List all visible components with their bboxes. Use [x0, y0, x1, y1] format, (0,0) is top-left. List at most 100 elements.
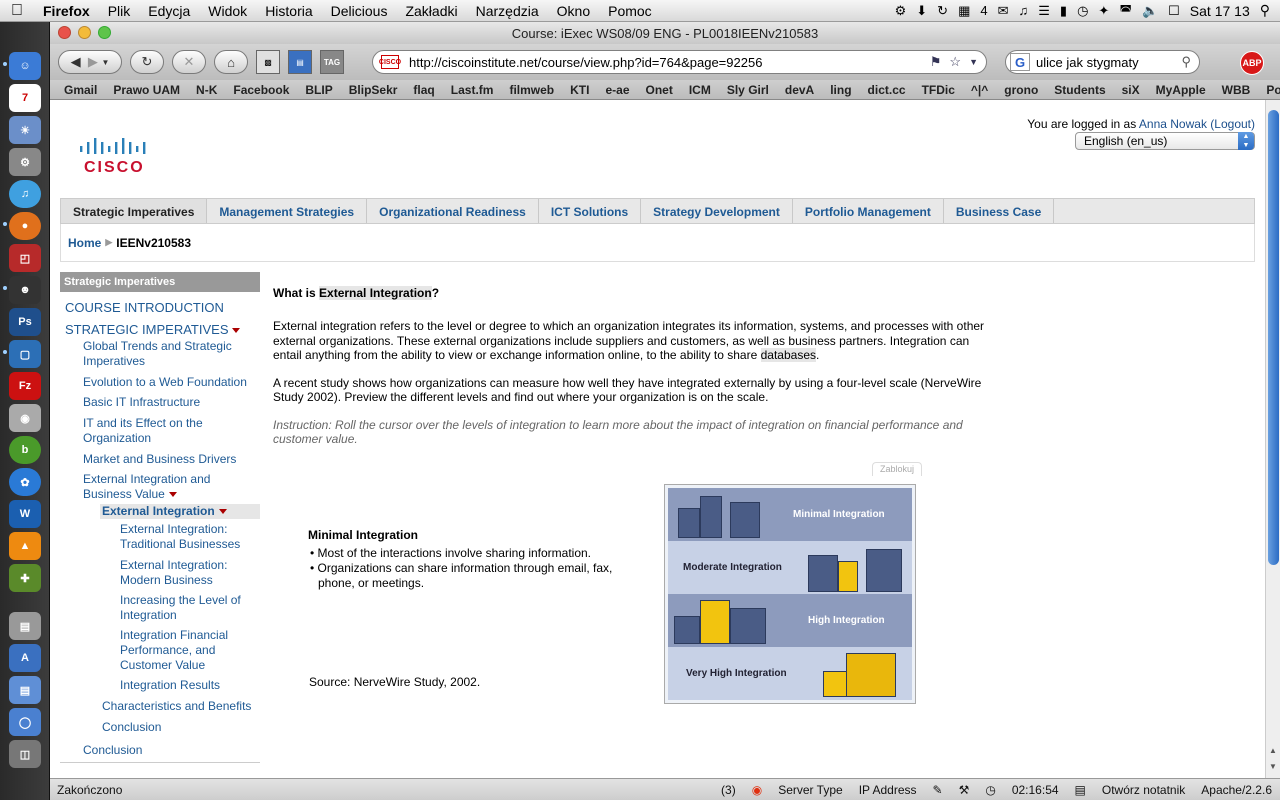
level-minimal[interactable]: Minimal Integration	[668, 488, 912, 541]
bluetooth-icon[interactable]: ✦	[1098, 3, 1109, 19]
adium-icon[interactable]: ⚙	[895, 3, 907, 19]
menu-plik[interactable]: Plik	[99, 3, 140, 19]
flag-icon[interactable]: ⚑	[930, 54, 942, 70]
notebook-icon[interactable]: ▤	[1067, 783, 1094, 797]
nav-traditional-businesses[interactable]: External Integration: Traditional Busine…	[120, 522, 255, 552]
bookmark-item[interactable]: Students	[1046, 83, 1113, 97]
ical-icon[interactable]: 7	[9, 84, 41, 112]
bookmark-item[interactable]: flaq	[405, 83, 442, 97]
nav-evolution-web-foundation[interactable]: Evolution to a Web Foundation	[83, 375, 258, 390]
photoshop-icon[interactable]: Ps	[9, 308, 41, 336]
scrollbar-thumb[interactable]	[1268, 110, 1279, 565]
expand-triangle-icon[interactable]	[168, 492, 177, 498]
menu-zakladki[interactable]: Zakładki	[396, 3, 466, 19]
level-high[interactable]: High Integration	[668, 594, 912, 647]
url-bar[interactable]: CISCO http://ciscoinstitute.net/course/v…	[372, 50, 987, 74]
nav-global-trends[interactable]: Global Trends and Strategic Imperatives	[83, 339, 253, 369]
bookmark-item[interactable]: TFDic	[914, 83, 963, 97]
tab-organizational-readiness[interactable]: Organizational Readiness	[367, 199, 539, 223]
camera-icon[interactable]: ◉	[9, 404, 41, 432]
bookmark-item[interactable]: ling	[822, 83, 859, 97]
bookmark-item[interactable]: ICM	[681, 83, 719, 97]
expand-triangle-icon[interactable]	[218, 509, 227, 515]
bookmark-item[interactable]: e-ae	[597, 83, 637, 97]
tab-management-strategies[interactable]: Management Strategies	[207, 199, 368, 223]
url-input[interactable]: http://ciscoinstitute.net/course/view.ph…	[409, 55, 930, 70]
menu-historia[interactable]: Historia	[256, 3, 321, 19]
bookmark-item[interactable]: WBB	[1214, 83, 1259, 97]
firefox-icon[interactable]: ●	[9, 212, 41, 240]
nav-conclusion-inner[interactable]: Conclusion	[102, 720, 161, 735]
user-link[interactable]: Anna Nowak	[1139, 117, 1207, 131]
tab-ict-solutions[interactable]: ICT Solutions	[539, 199, 642, 223]
filezilla-icon[interactable]: Fz	[9, 372, 41, 400]
tab-business-case[interactable]: Business Case	[944, 199, 1055, 223]
music-icon[interactable]: ♫	[1019, 3, 1029, 18]
breadcrumb-home[interactable]: Home	[68, 236, 101, 250]
tools-icon[interactable]: ⚒	[951, 783, 978, 797]
nav-characteristics-benefits[interactable]: Characteristics and Benefits	[102, 699, 251, 714]
adblock-plus-button[interactable]: ABP	[1240, 51, 1264, 75]
scroll-down-icon[interactable]: ▼	[1269, 762, 1277, 771]
list-icon[interactable]: ☰	[1038, 3, 1050, 19]
sync-icon[interactable]: ↻	[937, 3, 948, 19]
battery-icon[interactable]: ☐	[1168, 3, 1180, 19]
menu-okno[interactable]: Okno	[548, 3, 599, 19]
stop-button[interactable]: ✕	[172, 50, 206, 74]
picasa-icon[interactable]: ✿	[9, 468, 41, 496]
blip-icon[interactable]: b	[9, 436, 41, 464]
menu-delicious[interactable]: Delicious	[322, 3, 397, 19]
applications-folder-icon[interactable]: A	[9, 644, 41, 672]
back-forward-button[interactable]: ◀ ▶ ▼	[58, 50, 122, 74]
nav-strategic-imperatives[interactable]: STRATEGIC IMPERATIVES	[65, 322, 241, 337]
bookmark-item[interactable]: Sly Girl	[719, 83, 777, 97]
search-input[interactable]: ulice jak stygmaty	[1036, 55, 1181, 70]
mail-icon[interactable]: ✉	[998, 3, 1009, 19]
bookmark-item[interactable]: N-K	[188, 83, 225, 97]
menu-widok[interactable]: Widok	[199, 3, 256, 19]
download-icon[interactable]: ⬇	[916, 3, 927, 19]
bookmark-item[interactable]: Post2Soup	[1258, 83, 1280, 97]
iphoto-icon[interactable]: ☀	[9, 116, 41, 144]
disk-icon[interactable]: ▤	[9, 612, 41, 640]
flashblock-button[interactable]: Zablokuj	[872, 462, 922, 476]
system-preferences-icon[interactable]: ⚙	[9, 148, 41, 176]
bookmark-item[interactable]: dict.cc	[860, 83, 914, 97]
itunes-icon[interactable]: ♫	[9, 180, 41, 208]
menu-app-name[interactable]: Firefox	[34, 3, 99, 19]
expand-triangle-icon[interactable]	[232, 328, 241, 334]
vlc-icon[interactable]: ▲	[9, 532, 41, 560]
minimize-window-button[interactable]	[78, 26, 91, 39]
adium-dock-icon[interactable]: ☻	[9, 276, 41, 304]
cpu-icon[interactable]: ▮	[1060, 3, 1067, 19]
bookmark-item[interactable]: BLIP	[297, 83, 340, 97]
screenshot-addon-icon[interactable]: ▩	[256, 50, 280, 74]
cyberduck-icon[interactable]: ✚	[9, 564, 41, 592]
menu-pomoc[interactable]: Pomoc	[599, 3, 661, 19]
menu-edycja[interactable]: Edycja	[139, 3, 199, 19]
writer-icon[interactable]: W	[9, 500, 41, 528]
bookmark-item[interactable]: MyApple	[1148, 83, 1214, 97]
bookmark-item[interactable]: Prawo UAM	[105, 83, 188, 97]
bookmark-item[interactable]: ^|^	[963, 83, 996, 97]
finder-icon[interactable]: ☺	[9, 52, 41, 80]
menu-narzedzia[interactable]: Narzędzia	[467, 3, 548, 19]
tab-strategy-development[interactable]: Strategy Development	[641, 199, 793, 223]
documents-folder-icon[interactable]: ▤	[9, 676, 41, 704]
glossary-term-databases[interactable]: databases	[760, 348, 816, 362]
level-moderate[interactable]: Moderate Integration	[668, 541, 912, 594]
level-very-high[interactable]: Very High Integration	[668, 647, 912, 700]
spotlight-icon[interactable]: ⚲	[1260, 2, 1270, 19]
bookmark-item[interactable]: devA	[777, 83, 822, 97]
nav-increasing-level[interactable]: Increasing the Level of Integration	[120, 593, 255, 623]
nav-integration-results[interactable]: Integration Results	[120, 678, 220, 693]
timer-icon[interactable]: ◷	[977, 783, 1003, 797]
time-machine-icon[interactable]: ◷	[1077, 3, 1088, 19]
calendar-tray-icon[interactable]: ▦	[958, 3, 970, 19]
reload-button[interactable]: ↻	[130, 50, 164, 74]
back-arrow-icon[interactable]: ◀	[71, 54, 81, 70]
bookmark-item[interactable]: Facebook	[225, 83, 297, 97]
nav-course-introduction[interactable]: COURSE INTRODUCTION	[65, 300, 224, 315]
nav-financial-performance[interactable]: Integration Financial Performance, and C…	[120, 628, 240, 673]
page-scrollbar[interactable]: ▲ ▼	[1265, 100, 1280, 778]
